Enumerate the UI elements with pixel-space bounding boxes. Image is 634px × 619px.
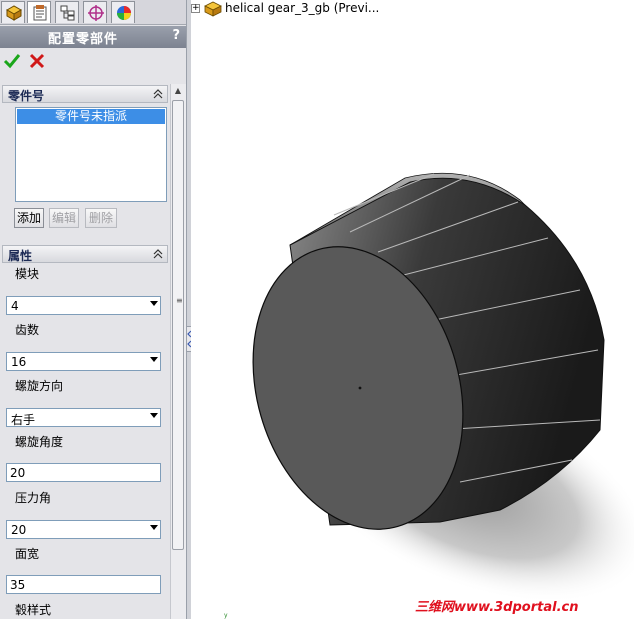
expand-icon[interactable]: + <box>191 4 200 13</box>
helix-angle-label: 螺旋角度 <box>15 435 64 449</box>
module-select[interactable]: 4 <box>6 296 161 315</box>
axis-triad: y <box>224 612 228 619</box>
tab-display-manager[interactable] <box>111 1 135 23</box>
display-manager-icon <box>117 6 131 20</box>
page-title: 配置零部件 <box>47 32 118 47</box>
part-number-list[interactable]: 零件号未指派 <box>15 107 167 202</box>
part-number-section-title: 零件号 <box>8 89 45 103</box>
ok-button[interactable] <box>3 52 21 70</box>
cancel-x-icon <box>29 53 45 69</box>
chevron-down-icon <box>150 413 158 418</box>
part-number-section-header[interactable]: 零件号 <box>2 85 168 103</box>
property-manager-icon <box>33 5 47 21</box>
tab-configuration-manager[interactable] <box>55 1 79 23</box>
manager-tabs <box>0 0 186 25</box>
property-manager-pane: 配置零部件 ? 零件号 零件号未指派 添加 编辑 删除 属性 模块 4 齿数 1 <box>0 0 187 619</box>
add-button[interactable]: 添加 <box>14 208 44 228</box>
tab-dimxpert[interactable] <box>83 1 107 23</box>
scrollbar-thumb[interactable]: ≡ <box>172 100 184 550</box>
tab-feature-manager[interactable] <box>1 1 25 23</box>
property-manager-title-bar: 配置零部件 ? <box>0 26 186 48</box>
configuration-manager-icon <box>60 5 75 21</box>
grip-icon: ≡ <box>176 296 183 305</box>
origin-point <box>358 386 362 390</box>
edit-button[interactable]: 编辑 <box>49 208 79 228</box>
part-icon <box>204 1 222 17</box>
chevron-down-icon <box>150 301 158 306</box>
helix-angle-value: 20 <box>10 466 26 480</box>
helix-direction-value: 右手 <box>11 413 36 427</box>
ok-check-icon <box>3 54 21 69</box>
pressure-angle-select[interactable]: 20 <box>6 520 161 539</box>
module-value: 4 <box>11 299 19 313</box>
gear-model[interactable] <box>191 0 634 619</box>
delete-button[interactable]: 删除 <box>85 208 117 228</box>
face-width-label: 面宽 <box>15 547 40 561</box>
teeth-count-label: 齿数 <box>15 323 40 337</box>
helix-direction-label: 螺旋方向 <box>15 379 64 393</box>
part-name-label[interactable]: helical gear_3_gb (Previ... <box>225 1 379 15</box>
watermark: 三维网www.3dportal.cn <box>415 600 579 615</box>
teeth-count-value: 16 <box>11 355 27 369</box>
hub-style-label: 毂样式 <box>15 603 52 617</box>
chevron-down-icon <box>150 357 158 362</box>
cancel-button[interactable] <box>28 52 46 70</box>
face-width-input[interactable]: 35 <box>6 575 161 594</box>
pressure-angle-value: 20 <box>11 523 27 537</box>
pressure-angle-label: 压力角 <box>15 491 52 505</box>
dimxpert-icon <box>88 5 104 21</box>
property-manager-scrollbar[interactable]: ▲ ≡ <box>170 84 186 619</box>
feature-manager-icon <box>5 5 23 21</box>
teeth-count-select[interactable]: 16 <box>6 352 161 371</box>
scroll-up-icon[interactable]: ▲ <box>173 86 183 96</box>
helix-angle-input[interactable]: 20 <box>6 463 161 482</box>
collapse-chevron-icon[interactable] <box>152 248 164 260</box>
tab-property-manager[interactable] <box>27 1 51 23</box>
helix-direction-select[interactable]: 右手 <box>6 408 161 427</box>
properties-section-header[interactable]: 属性 <box>2 245 168 263</box>
face-width-value: 35 <box>10 578 26 592</box>
graphics-viewport[interactable] <box>191 0 634 619</box>
chevron-down-icon <box>150 525 158 530</box>
help-button[interactable]: ? <box>172 28 180 43</box>
properties-section-title: 属性 <box>8 249 33 263</box>
list-item[interactable]: 零件号未指派 <box>17 109 165 124</box>
module-label: 模块 <box>15 267 40 281</box>
collapse-chevron-icon[interactable] <box>152 88 164 100</box>
